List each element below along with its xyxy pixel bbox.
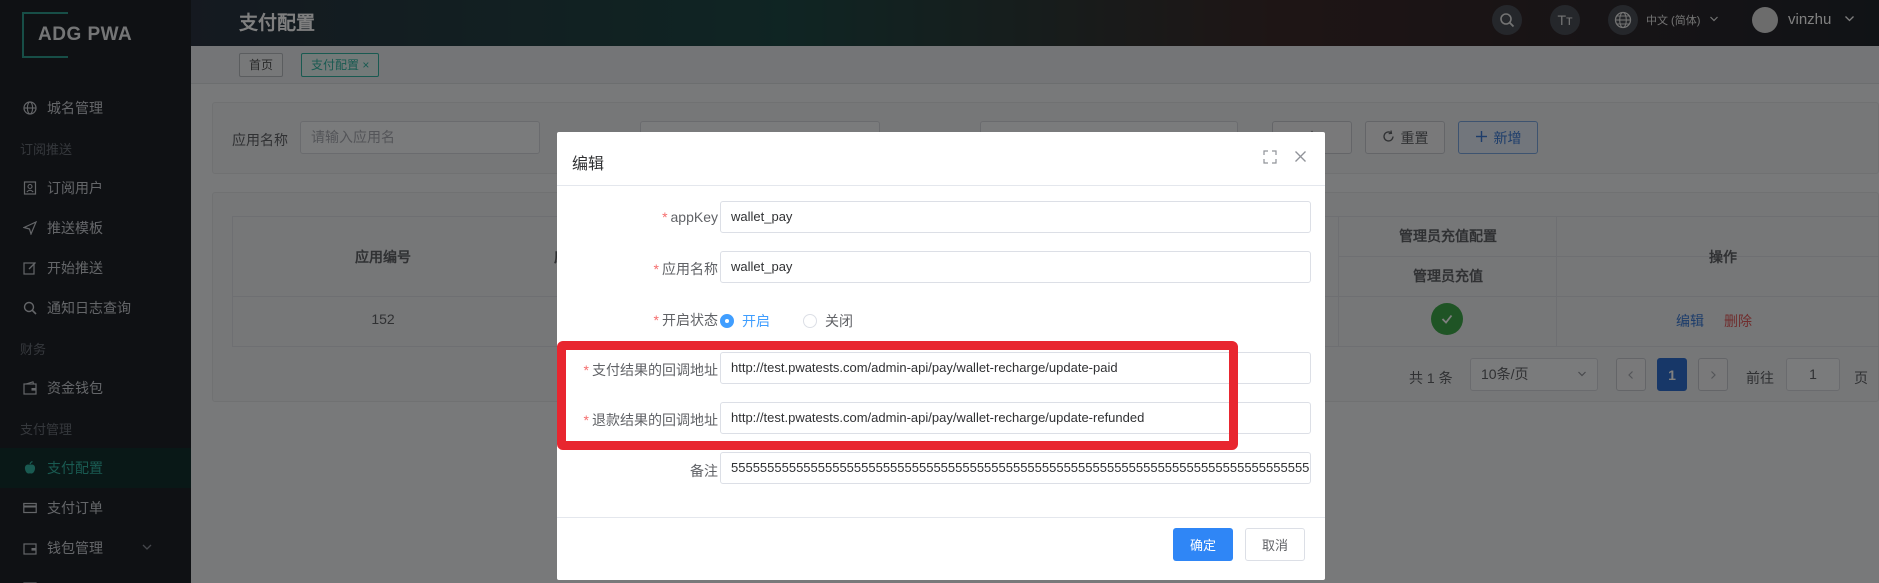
status-label: * 开启状态 — [654, 310, 718, 330]
remark-label: 备注 — [690, 463, 718, 479]
fullscreen-icon[interactable] — [1263, 150, 1277, 168]
dialog-footer-divider — [557, 517, 1325, 518]
confirm-button[interactable]: 确定 — [1173, 528, 1233, 561]
cancel-button[interactable]: 取消 — [1245, 528, 1305, 561]
app-name-label-text: 应用名称 — [662, 261, 718, 277]
close-icon[interactable] — [1294, 150, 1307, 167]
status-on-radio[interactable]: 开启 — [720, 311, 770, 331]
required-mark: * — [653, 312, 659, 328]
app-key-label: * appKey — [662, 209, 718, 225]
highlight-box — [557, 341, 1238, 450]
status-label-text: 开启状态 — [662, 312, 718, 328]
required-mark: * — [662, 209, 668, 225]
app-key-input[interactable]: wallet_pay — [720, 201, 1311, 233]
radio-dot — [720, 314, 734, 328]
dialog-title: 编辑 — [572, 156, 605, 173]
app-key-label-text: appKey — [670, 209, 718, 225]
status-on-label: 开启 — [742, 313, 770, 329]
status-off-label: 关闭 — [825, 313, 853, 329]
dialog-header-divider — [557, 185, 1325, 186]
status-off-radio[interactable]: 关闭 — [803, 311, 853, 331]
required-mark: * — [653, 261, 659, 277]
radio-dot — [803, 314, 817, 328]
remark-input[interactable]: 5555555555555555555555555555555555555555… — [720, 452, 1311, 484]
app-name-input[interactable]: wallet_pay — [720, 251, 1311, 283]
app-name-label: * 应用名称 — [654, 259, 718, 279]
